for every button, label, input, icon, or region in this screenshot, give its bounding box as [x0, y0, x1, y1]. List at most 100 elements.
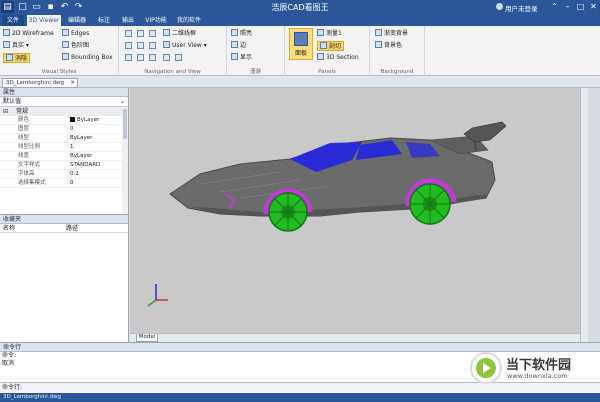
status-bar: 3D_Lamborghini.dwg	[0, 393, 600, 402]
app-menu-icon[interactable]: ▤	[1, 1, 14, 13]
favorites-header: 名称 路径	[0, 224, 128, 233]
wireframe-view-icon	[163, 29, 170, 36]
close-button[interactable]: ✕	[587, 0, 600, 14]
hidden-button[interactable]: 消隐	[3, 53, 31, 63]
property-row[interactable]: 字体高 0.2	[0, 170, 128, 179]
model-tab[interactable]: Model	[136, 334, 158, 342]
illuminate-button[interactable]: 照亮	[231, 29, 252, 39]
edges-button[interactable]: Edges	[62, 29, 89, 39]
properties-scrollbar[interactable]	[122, 107, 128, 214]
tab-annotate[interactable]: 标注	[93, 15, 115, 26]
pan-icon[interactable]	[163, 54, 170, 61]
watermark-url: www.downxia.com	[507, 372, 568, 380]
redo-icon[interactable]: ↷	[72, 1, 85, 13]
tab-my-software[interactable]: 我的软件	[173, 15, 205, 26]
measure-button[interactable]: 测量1	[317, 29, 342, 39]
property-row[interactable]: 线宽 ByLayer	[0, 152, 128, 161]
properties-select-value: 默认值	[3, 98, 22, 105]
gradient-background-button[interactable]: 渐变背景	[375, 29, 408, 39]
viewport-horizontal-scrollbar[interactable]: Model	[130, 333, 580, 342]
user-view-dropdown[interactable]: User View ▾	[163, 41, 207, 51]
tab-file[interactable]: 文件	[2, 15, 24, 26]
watermark-logo: 当下软件园 www.downxia.com	[470, 350, 595, 394]
2d-wireframe-button[interactable]: 2D Wireframe	[3, 29, 54, 39]
group-label-background: Background	[380, 69, 414, 75]
column-name[interactable]: 名称	[3, 224, 15, 233]
view-front-icon[interactable]	[125, 30, 132, 37]
group-walk: 照亮 边 显示 漫游	[227, 26, 285, 76]
save-icon[interactable]: ▪	[44, 1, 57, 13]
view-left-icon[interactable]	[149, 30, 156, 37]
close-tab-icon[interactable]: ✕	[70, 79, 75, 87]
property-row[interactable]: 文字样式 STANDARD	[0, 161, 128, 170]
panel-button[interactable]: 面板	[289, 28, 313, 60]
property-row[interactable]: 线型 ByLayer	[0, 134, 128, 143]
display-button[interactable]: 显示	[231, 53, 252, 63]
undo-icon[interactable]: ↶	[58, 1, 71, 13]
front-spokes	[270, 194, 306, 230]
realistic-button[interactable]: 真实 ▾	[3, 41, 29, 51]
tab-vip[interactable]: VIP功能	[141, 15, 171, 26]
column-path[interactable]: 路径	[66, 224, 78, 233]
ribbon-toggle-icon[interactable]: ⌃	[548, 0, 561, 14]
favorites-title: 收藏夹	[0, 215, 128, 224]
status-text: 3D_Lamborghini.dwg	[3, 394, 62, 400]
open-icon[interactable]: ▭	[30, 1, 43, 13]
3d-viewport[interactable]	[130, 88, 580, 333]
right-edge-panel	[588, 88, 600, 342]
3d-section-icon	[317, 53, 324, 60]
properties-select[interactable]: 默认值 ⌄	[0, 97, 128, 107]
wireframe-view-button[interactable]: 二维线框	[163, 29, 196, 39]
view-top-icon[interactable]	[137, 42, 144, 49]
viewport-vertical-scrollbar[interactable]	[580, 88, 588, 342]
category-general[interactable]: ⊟ 常规	[0, 107, 128, 116]
group-navigation-view: 二维线框 User View ▾ Navigation and View	[119, 26, 227, 76]
view-iso-icon[interactable]	[125, 54, 132, 61]
hidden-icon	[6, 54, 13, 61]
bounding-box-button[interactable]: Bounding Box	[62, 53, 113, 63]
ribbon-tabs: 文件 3D Viewer 编辑器 标注 输出 VIP功能 我的软件	[0, 14, 600, 26]
new-icon[interactable]: □	[16, 1, 29, 13]
zoom-icon[interactable]	[175, 54, 182, 61]
view-bottom-icon[interactable]	[149, 42, 156, 49]
user-login-link[interactable]: 用户未登录	[505, 3, 538, 13]
maximize-button[interactable]: □	[574, 0, 587, 14]
watermark-title: 当下软件园	[506, 358, 572, 373]
title-bar: ▤ □ ▭ ▪ ↶ ↷ 浩辰CAD看图王 用户未登录 ⌃ – □ ✕	[0, 0, 600, 14]
property-row[interactable]: 线型比例 1	[0, 143, 128, 152]
section-cut-button[interactable]: 剖切	[317, 41, 345, 51]
minimize-button[interactable]: –	[561, 0, 574, 14]
color-map-button[interactable]: 色阶图	[62, 41, 89, 51]
color-map-icon	[62, 41, 69, 48]
chevron-down-icon: ⌄	[119, 98, 125, 105]
document-tab[interactable]: 3D_Lamborghini.dwg ✕	[2, 78, 78, 88]
wireframe-icon	[3, 29, 10, 36]
group-label-navigation: Navigation and View	[144, 69, 201, 75]
watermark-circle-icon	[470, 352, 502, 384]
view-right-icon[interactable]	[125, 42, 132, 49]
background-color-button[interactable]: 背景色	[375, 41, 402, 51]
tab-editor[interactable]: 编辑器	[63, 15, 91, 26]
properties-panel: 属性 默认值 ⌄ ⊟ 常规 颜色 ByLayer 图层 0 线型 ByLayer 线型…	[0, 88, 129, 342]
user-avatar-icon[interactable]	[496, 3, 503, 10]
view-back-icon[interactable]	[137, 30, 144, 37]
group-panels: 面板 测量1 剖切 3D Section Panels	[285, 26, 370, 76]
command-input-label: 命令行:	[2, 384, 23, 391]
document-tab-strip: 3D_Lamborghini.dwg ✕	[0, 76, 600, 88]
property-row[interactable]: 选择集模式 0	[0, 179, 128, 188]
3d-section-button[interactable]: 3D Section	[317, 53, 359, 63]
edge-button[interactable]: 边	[231, 41, 246, 51]
realistic-icon	[3, 41, 10, 48]
edges-icon	[62, 29, 69, 36]
group-visual-styles: 2D Wireframe 真实 ▾ 消隐 Edges 色阶图 Bounding …	[0, 26, 119, 76]
tab-3d-viewer[interactable]: 3D Viewer	[27, 15, 61, 26]
color-swatch	[70, 116, 75, 122]
orbit-icon[interactable]	[149, 54, 156, 61]
edge-icon	[231, 41, 238, 48]
property-row[interactable]: 颜色 ByLayer	[0, 116, 128, 125]
tab-output[interactable]: 输出	[117, 15, 139, 26]
scrollbar-thumb[interactable]	[123, 109, 127, 139]
zoom-extents-icon[interactable]	[137, 54, 144, 61]
property-row[interactable]: 图层 0	[0, 125, 128, 134]
bounding-box-icon	[62, 53, 69, 60]
